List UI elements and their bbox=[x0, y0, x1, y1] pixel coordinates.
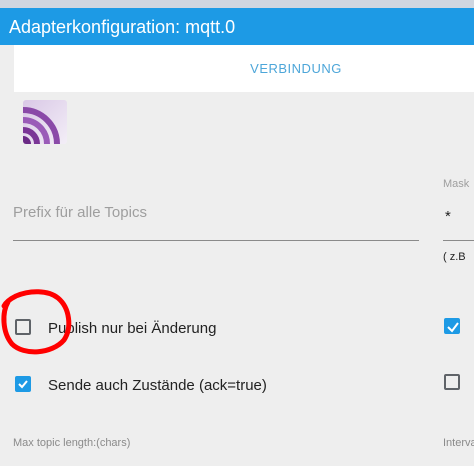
dialog-title: Adapterkonfiguration: mqtt.0 bbox=[0, 8, 474, 45]
annotation-circle bbox=[1, 289, 72, 355]
right-checkbox-2[interactable] bbox=[444, 374, 460, 390]
prefix-input[interactable]: Prefix für alle Topics bbox=[13, 204, 147, 221]
max-topic-length-label: Max topic length:(chars) bbox=[13, 437, 131, 449]
mask-input[interactable]: * bbox=[445, 208, 451, 225]
prefix-underline bbox=[13, 240, 419, 241]
mask-label: Mask bbox=[443, 178, 470, 190]
tab-verbindung[interactable]: VERBINDUNG bbox=[14, 45, 474, 92]
check-icon bbox=[18, 380, 28, 389]
right-checkbox-1[interactable] bbox=[444, 318, 460, 334]
mask-underline bbox=[443, 240, 474, 241]
check-icon bbox=[447, 322, 459, 333]
tab-bar: VERBINDUNG bbox=[14, 45, 474, 92]
send-ack-states-label: Sende auch Zustände (ack=true) bbox=[48, 377, 267, 394]
interval-label: Interva bbox=[443, 437, 474, 449]
window-top-strip bbox=[0, 0, 474, 8]
mqtt-adapter-logo bbox=[23, 100, 67, 144]
mask-hint: ( z.B bbox=[443, 251, 466, 263]
send-ack-states-checkbox[interactable] bbox=[15, 376, 31, 392]
